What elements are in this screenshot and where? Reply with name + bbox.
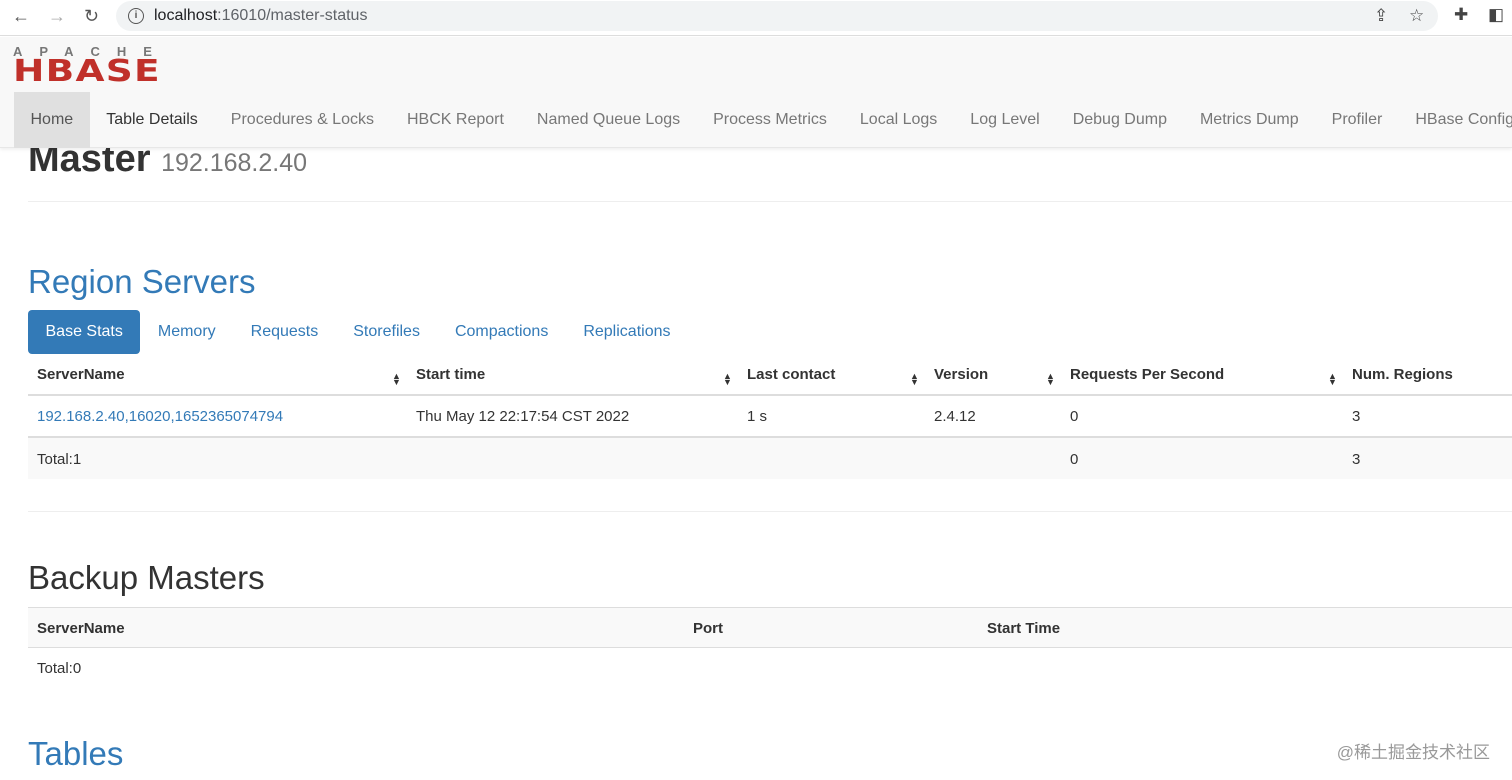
cell-last-contact: 1 s [747,408,768,425]
nav-local-logs[interactable]: Local Logs [843,92,953,148]
url-host: localhost [154,7,218,24]
browser-toolbar: ← → ↻ i localhost:16010/master-status ⇪ … [0,0,1512,36]
region-servers-heading: Region Servers [28,263,256,300]
tab-base-stats[interactable]: Base Stats [28,310,141,354]
server-link[interactable]: 192.168.2.40,16020,1652365074794 [37,408,283,425]
tab-compactions[interactable]: Compactions [437,310,565,354]
navbar: APACHE HBASE Home Table Details Procedur… [0,37,1512,148]
share-icon[interactable]: ⇪ [1374,6,1388,26]
sort-icon[interactable]: ▲ ▼ [910,372,919,387]
sort-icon[interactable]: ▲ ▼ [392,372,401,387]
nav-profiler[interactable]: Profiler [1315,92,1399,148]
nav-home[interactable]: Home [14,92,90,148]
col-port: Port [693,620,723,637]
nav-log-level[interactable]: Log Level [954,92,1056,148]
col-rps[interactable]: Requests Per Second [1070,366,1224,383]
sort-icon[interactable]: ▲ ▼ [1046,372,1055,387]
nav-process-metrics[interactable]: Process Metrics [697,92,844,148]
tab-requests[interactable]: Requests [233,310,336,354]
tab-replications[interactable]: Replications [566,310,688,354]
extensions-icon[interactable]: ✚ [1454,5,1468,25]
reload-icon[interactable]: ↻ [84,6,99,27]
col-last-contact[interactable]: Last contact [747,366,835,383]
cell-rps: 0 [1070,408,1079,425]
divider [28,201,1512,202]
url-path: :16010/master-status [217,7,368,24]
info-icon[interactable]: i [128,8,144,24]
backup-total: Total:0 [37,660,82,677]
nav-hbase-configuration[interactable]: HBase Configura [1399,92,1512,148]
table-header: ServerName ▲ ▼ Start time ▲ ▼ Last contact… [28,360,1512,396]
nav-table-details[interactable]: Table Details [90,92,215,148]
backup-table-header: ServerName Port Start Time [28,607,1512,648]
sidepanel-icon[interactable]: ◧ [1488,5,1504,25]
region-server-tabs: Base Stats Memory Requests Storefiles Co… [28,310,688,354]
backup-masters-heading: Backup Masters [28,559,265,596]
cell-version: 2.4.12 [934,408,976,425]
col-start-time[interactable]: Start time [416,366,485,383]
watermark: @稀土掘金技术社区 [1336,743,1490,762]
total-row: Total:1 0 3 [28,438,1512,479]
address-bar[interactable]: i localhost:16010/master-status ⇪ ☆ [116,1,1438,31]
tab-memory[interactable]: Memory [140,310,233,354]
nav-procedures-locks[interactable]: Procedures & Locks [214,92,390,148]
master-host: 192.168.2.40 [161,149,308,177]
col-servername[interactable]: ServerName [37,366,125,383]
back-icon[interactable]: ← [12,6,30,27]
nav-hbck-report[interactable]: HBCK Report [390,92,520,148]
total-rps: 0 [1070,451,1079,468]
total-regions: 3 [1352,451,1361,468]
tab-storefiles[interactable]: Storefiles [336,310,438,354]
cell-start-time: Thu May 12 22:17:54 CST 2022 [416,408,630,425]
col-version[interactable]: Version [934,366,988,383]
col-start-time: Start Time [987,620,1061,637]
nav-menu: Home Table Details Procedures & Locks HB… [14,92,1512,148]
star-icon[interactable]: ☆ [1409,6,1424,26]
nav-named-queue-logs[interactable]: Named Queue Logs [520,92,696,148]
nav-debug-dump[interactable]: Debug Dump [1056,92,1183,148]
divider [28,511,1512,512]
tables-heading: Tables [28,735,124,772]
cell-num-regions: 3 [1352,408,1361,425]
total-label: Total:1 [37,451,82,468]
hbase-logo[interactable]: APACHE HBASE [13,45,169,87]
forward-icon[interactable]: → [48,6,66,27]
sort-icon[interactable]: ▲ ▼ [1328,372,1337,387]
nav-metrics-dump[interactable]: Metrics Dump [1183,92,1315,148]
col-num-regions[interactable]: Num. Regions [1352,366,1453,383]
sort-icon[interactable]: ▲ ▼ [723,372,732,387]
logo-hbase: HBASE [13,54,161,89]
col-servername: ServerName [37,620,125,637]
table-row: 192.168.2.40,16020,1652365074794 Thu May… [28,396,1512,438]
